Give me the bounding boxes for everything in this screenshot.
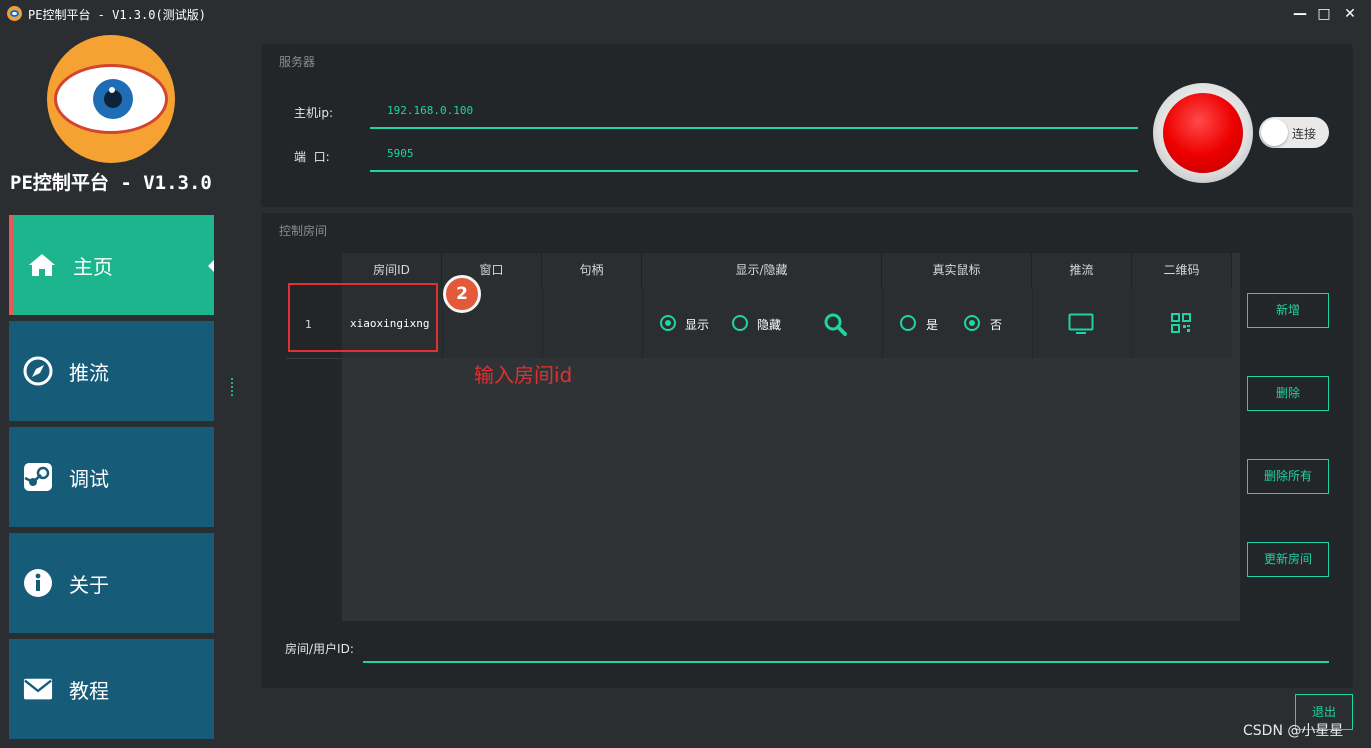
column-header-show-hide: 显示/隐藏	[642, 253, 882, 288]
nav-item-home[interactable]: 主页	[9, 215, 214, 315]
connect-toggle[interactable]: 连接	[1259, 117, 1329, 148]
nav-label-home: 主页	[73, 254, 113, 279]
user-id-label: 房间/用户ID:	[285, 642, 354, 656]
real-mouse-no-label: 否	[990, 318, 1003, 332]
window-title: PE控制平台 - V1.3.0(测试版)	[28, 8, 206, 22]
annotation-text: 输入房间id	[474, 363, 573, 387]
connect-toggle-label: 连接	[1292, 127, 1317, 141]
title-bar: PE控制平台 - V1.3.0(测试版) — □ ✕	[0, 0, 1371, 28]
column-header-real-mouse: 真实鼠标	[882, 253, 1032, 288]
column-header-handle: 句柄	[542, 253, 642, 288]
nav-label-tutorial: 教程	[69, 678, 109, 703]
steam-icon	[23, 462, 53, 492]
delete-all-button[interactable]: 删除所有	[1247, 459, 1329, 494]
real-mouse-yes-label: 是	[926, 318, 939, 332]
qrcode-icon[interactable]	[1171, 313, 1191, 337]
hide-radio[interactable]	[732, 315, 748, 331]
show-radio[interactable]	[660, 315, 676, 331]
nav-item-debug[interactable]: 调试	[9, 427, 214, 527]
nav-item-stream[interactable]: 推流	[9, 321, 214, 421]
show-radio-label: 显示	[685, 318, 710, 332]
nav-label-stream: 推流	[69, 360, 109, 385]
maximize-button[interactable]: □	[1314, 4, 1334, 24]
update-room-button[interactable]: 更新房间	[1247, 542, 1329, 577]
host-label: 主机ip:	[294, 106, 333, 120]
delete-room-button[interactable]: 删除	[1247, 376, 1329, 411]
app-eye-icon	[7, 6, 22, 21]
port-input[interactable]: 5905	[387, 147, 414, 160]
host-input-underline	[370, 127, 1138, 129]
port-input-underline	[370, 170, 1138, 172]
minimize-button[interactable]: —	[1290, 4, 1310, 24]
home-icon	[27, 250, 57, 280]
annotation-step-badge: 2	[443, 275, 481, 313]
annotation-highlight-box	[288, 283, 438, 352]
nav-item-tutorial[interactable]: 教程	[9, 639, 214, 739]
rooms-panel-title: 控制房间	[279, 224, 328, 238]
watermark: CSDN @小星星	[1243, 723, 1344, 739]
add-room-button[interactable]: 新增	[1247, 293, 1329, 328]
search-icon[interactable]	[823, 312, 847, 340]
app-name: PE控制平台 - V1.3.0	[10, 172, 212, 194]
column-header-qrcode: 二维码	[1132, 253, 1232, 288]
column-header-stream: 推流	[1032, 253, 1132, 288]
envelope-icon	[23, 674, 53, 704]
monitor-icon[interactable]	[1068, 313, 1094, 339]
nav-item-about[interactable]: 关于	[9, 533, 214, 633]
connection-status-button[interactable]	[1153, 83, 1253, 183]
info-icon	[23, 568, 53, 598]
app-logo-eye-icon	[47, 35, 175, 163]
host-input[interactable]: 192.168.0.100	[387, 104, 473, 117]
user-id-input-underline	[363, 661, 1329, 663]
nav-label-about: 关于	[69, 572, 109, 597]
hide-radio-label: 隐藏	[757, 318, 782, 332]
port-label: 端 口:	[294, 150, 330, 164]
real-mouse-no-radio[interactable]	[964, 315, 980, 331]
active-caret-icon	[208, 260, 214, 272]
server-panel-title: 服务器	[279, 55, 316, 69]
compass-icon	[23, 356, 53, 386]
real-mouse-yes-radio[interactable]	[900, 315, 916, 331]
nav-label-debug: 调试	[69, 466, 109, 491]
splitter-handle[interactable]	[231, 378, 233, 396]
close-button[interactable]: ✕	[1340, 4, 1360, 24]
